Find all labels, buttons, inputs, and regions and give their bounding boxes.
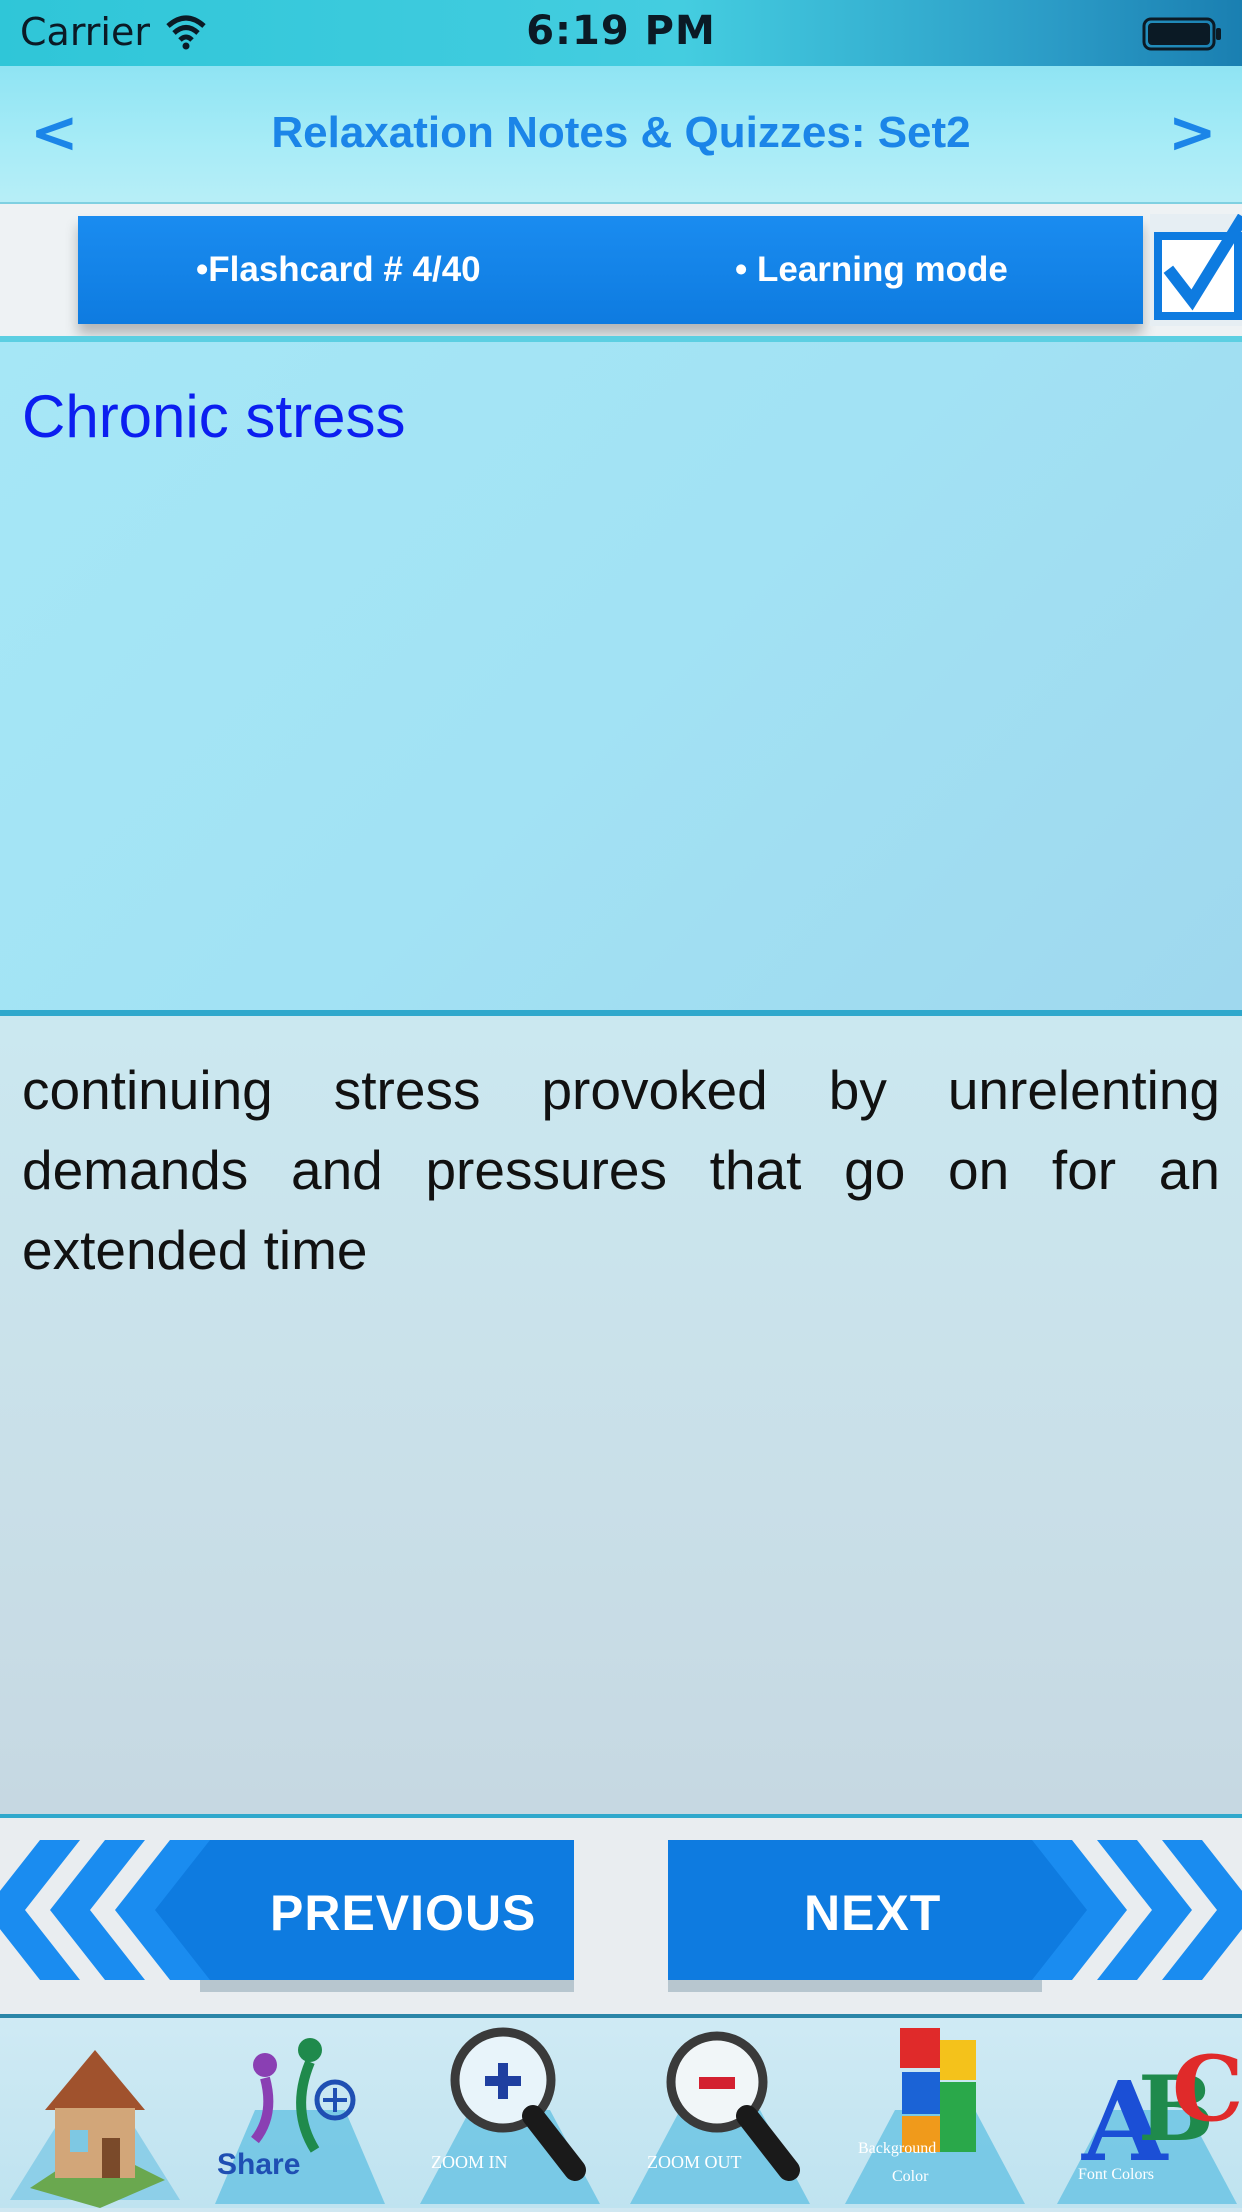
- learning-mode-label: • Learning mode: [735, 250, 1008, 289]
- battery-icon: [1142, 17, 1221, 51]
- font-colors-label: Font Colors: [1078, 2166, 1155, 2183]
- previous-button[interactable]: PREVIOUS: [0, 1840, 574, 1994]
- font-colors-button[interactable]: A B C Font Colors: [1052, 2020, 1242, 2208]
- home-icon: [10, 2050, 180, 2208]
- home-button[interactable]: [0, 2020, 190, 2208]
- zoom-in-label: ZOOM IN: [431, 2152, 508, 2172]
- flashcard-answer: continuing stress provoked by unrelentin…: [22, 1059, 1220, 1281]
- zoom-in-icon: [420, 2027, 600, 2204]
- zoom-in-button[interactable]: ZOOM IN: [415, 2020, 605, 2208]
- background-label: Background: [858, 2140, 937, 2157]
- chevron-right-icon: [668, 1840, 1242, 1992]
- zoom-out-icon: [630, 2031, 810, 2204]
- share-button[interactable]: Share: [205, 2020, 395, 2208]
- color-label: Color: [892, 2168, 929, 2185]
- previous-label: PREVIOUS: [270, 1885, 537, 1941]
- forward-button[interactable]: >: [1168, 98, 1217, 166]
- clock: 6:19 PM: [526, 8, 716, 54]
- next-label: NEXT: [804, 1885, 942, 1941]
- zoom-out-button[interactable]: ZOOM OUT: [625, 2020, 815, 2208]
- share-label: Share: [217, 2148, 301, 2181]
- zoom-out-label: ZOOM OUT: [647, 2152, 742, 2172]
- flashcard-question: Chronic stress: [22, 383, 406, 450]
- next-button[interactable]: NEXT: [668, 1840, 1242, 1994]
- puzzle-icon: [845, 2028, 1025, 2204]
- flashcard-counter: •Flashcard # 4/40: [196, 250, 481, 289]
- page-title: Relaxation Notes & Quizzes: Set2: [271, 108, 971, 157]
- checkbox-icon[interactable]: [1150, 214, 1242, 326]
- svg-text:C: C: [1172, 2036, 1242, 2142]
- background-color-button[interactable]: Background Color: [840, 2020, 1030, 2208]
